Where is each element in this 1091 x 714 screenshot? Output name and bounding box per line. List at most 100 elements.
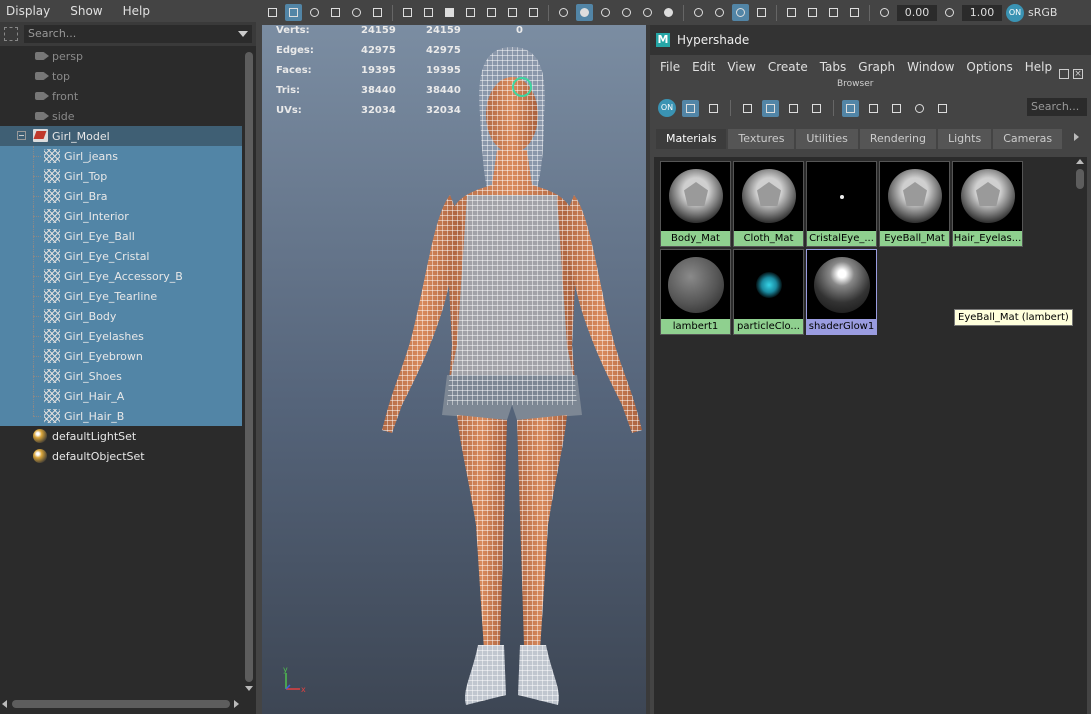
sort-by-time-icon[interactable] <box>888 100 905 117</box>
swatch-shaderglow1[interactable]: shaderGlow1 <box>806 249 877 335</box>
tab-utilities[interactable]: Utilities <box>796 129 858 149</box>
swatch-cloth-mat[interactable]: Cloth_Mat <box>733 161 804 247</box>
menu-show[interactable]: Show <box>70 4 102 18</box>
menu-graph[interactable]: Graph <box>854 60 903 74</box>
outliner-item-girl-top[interactable]: Girl_Top <box>0 166 242 186</box>
outliner-item-girl-shoes[interactable]: Girl_Shoes <box>0 366 242 386</box>
outliner-item-girl-eyelashes[interactable]: Girl_Eyelashes <box>0 326 242 346</box>
scroll-up-icon[interactable] <box>1076 159 1084 164</box>
grease-pencil-icon[interactable] <box>369 4 386 21</box>
camera-select-icon[interactable] <box>264 4 281 21</box>
swatch-particlecloud[interactable]: particleClo... <box>733 249 804 335</box>
outliner-item-girl-eye-accessory-b[interactable]: Girl_Eye_Accessory_B <box>0 266 242 286</box>
refresh-icon[interactable] <box>934 100 951 117</box>
resolution-gate-icon[interactable] <box>441 4 458 21</box>
sort-reverse-icon[interactable] <box>911 100 928 117</box>
chevron-down-icon[interactable] <box>238 31 248 37</box>
tab-cameras[interactable]: Cameras <box>993 129 1063 149</box>
safe-action-icon[interactable] <box>504 4 521 21</box>
tab-materials[interactable]: Materials <box>656 129 727 149</box>
smooth-shade-icon[interactable] <box>576 4 593 21</box>
collapse-icon[interactable] <box>17 131 26 140</box>
small-icons-icon[interactable] <box>739 100 756 117</box>
outliner-item-girl-jeans[interactable]: Girl_jeans <box>0 146 242 166</box>
scroll-right-icon[interactable] <box>234 700 239 708</box>
outliner-item-girl-eyebrown[interactable]: Girl_Eyebrown <box>0 346 242 366</box>
sort-by-name-icon[interactable] <box>842 99 859 117</box>
medium-icons-icon[interactable] <box>762 99 779 117</box>
2d-pan-zoom-icon[interactable] <box>348 4 365 21</box>
wireframe-on-shaded-icon[interactable] <box>597 4 614 21</box>
scroll-thumb[interactable] <box>12 700 230 708</box>
swatch-view-icon[interactable] <box>682 99 699 117</box>
viewport-3d[interactable]: Verts: 24159 24159 0 Edges: 42975 42975 Faces… <box>262 25 646 714</box>
anti-aliasing-icon[interactable] <box>732 4 749 21</box>
gate-mask-icon[interactable] <box>462 4 479 21</box>
menu-edit[interactable]: Edit <box>688 60 723 74</box>
outliner-item-girl-eye-tearline[interactable]: Girl_Eye_Tearline <box>0 286 242 306</box>
exposure-icon[interactable] <box>876 4 893 21</box>
xray-joints-icon[interactable] <box>846 4 863 21</box>
gamma-field[interactable]: 1.00 <box>962 4 1002 21</box>
scroll-thumb[interactable] <box>245 52 253 682</box>
swatch-lambert1[interactable]: lambert1 <box>660 249 731 335</box>
swatch-eyeball-mat[interactable]: EyeBall_Mat <box>879 161 950 247</box>
hypershade-search-input[interactable]: Search... <box>1027 98 1087 116</box>
gamma-icon[interactable] <box>941 4 958 21</box>
use-all-lights-icon[interactable] <box>639 4 656 21</box>
swatch-cristaleye-mat[interactable]: CristalEye_... <box>806 161 877 247</box>
outliner-item-girl-bra[interactable]: Girl_Bra <box>0 186 242 206</box>
outliner-item-girl-model[interactable]: Girl_Model <box>0 126 242 146</box>
sort-by-type-icon[interactable] <box>865 100 882 117</box>
outliner-item-defaultobjectset[interactable]: defaultObjectSet <box>0 446 242 466</box>
list-view-icon[interactable] <box>705 100 722 117</box>
isolate-select-icon[interactable] <box>783 4 800 21</box>
image-plane-icon[interactable] <box>327 4 344 21</box>
outliner-item-girl-hair-a[interactable]: Girl_Hair_A <box>0 386 242 406</box>
float-panel-icon[interactable] <box>1059 69 1069 79</box>
swatch-body-mat[interactable]: Body_Mat <box>660 161 731 247</box>
menu-tabs[interactable]: Tabs <box>816 60 855 74</box>
tab-lights[interactable]: Lights <box>938 129 992 149</box>
outliner-search-input[interactable]: Search... <box>24 25 252 43</box>
camera-attributes-icon[interactable] <box>285 4 302 21</box>
tab-textures[interactable]: Textures <box>728 129 795 149</box>
outliner-item-front[interactable]: front <box>0 86 242 106</box>
grid-icon[interactable] <box>399 4 416 21</box>
outliner-vertical-scrollbar[interactable] <box>242 46 256 694</box>
menu-options[interactable]: Options <box>962 60 1020 74</box>
scroll-thumb[interactable] <box>1076 169 1084 189</box>
outliner-item-girl-eye-ball[interactable]: Girl_Eye_Ball <box>0 226 242 246</box>
tabs-scroll-right-icon[interactable] <box>1074 133 1079 141</box>
textured-icon[interactable] <box>618 4 635 21</box>
outliner-item-side[interactable]: side <box>0 106 242 126</box>
ambient-occlusion-icon[interactable] <box>690 4 707 21</box>
menu-create[interactable]: Create <box>764 60 816 74</box>
large-icons-icon[interactable] <box>785 100 802 117</box>
shadows-icon[interactable] <box>660 4 677 21</box>
outliner-horizontal-scrollbar[interactable] <box>0 694 256 714</box>
outliner-item-girl-eye-cristal[interactable]: Girl_Eye_Cristal <box>0 246 242 266</box>
menu-display[interactable]: Display <box>6 4 50 18</box>
safe-title-icon[interactable] <box>525 4 542 21</box>
swatch-toggle[interactable]: ON <box>658 99 676 117</box>
color-management-toggle[interactable]: ON <box>1006 3 1024 22</box>
scroll-left-icon[interactable] <box>2 700 7 708</box>
motion-blur-icon[interactable] <box>711 4 728 21</box>
xlarge-icons-icon[interactable] <box>808 100 825 117</box>
outliner-item-persp[interactable]: persp <box>0 46 242 66</box>
outliner-item-girl-interior[interactable]: Girl_Interior <box>0 206 242 226</box>
field-chart-icon[interactable] <box>483 4 500 21</box>
scroll-down-icon[interactable] <box>245 686 253 691</box>
menu-help[interactable]: Help <box>123 4 150 18</box>
colorspace-label[interactable]: sRGB <box>1028 6 1057 19</box>
wireframe-icon[interactable] <box>555 4 572 21</box>
bookmark-icon[interactable] <box>306 4 323 21</box>
outliner-item-girl-hair-b[interactable]: Girl_Hair_B <box>0 406 242 426</box>
tab-rendering[interactable]: Rendering <box>859 129 936 149</box>
filter-icon[interactable] <box>4 27 18 41</box>
swatch-hair-eyelashes-mat[interactable]: Hair_Eyelas... <box>952 161 1023 247</box>
close-icon[interactable]: × <box>1073 69 1083 79</box>
xray-icon[interactable] <box>804 4 821 21</box>
outliner-item-girl-body[interactable]: Girl_Body <box>0 306 242 326</box>
